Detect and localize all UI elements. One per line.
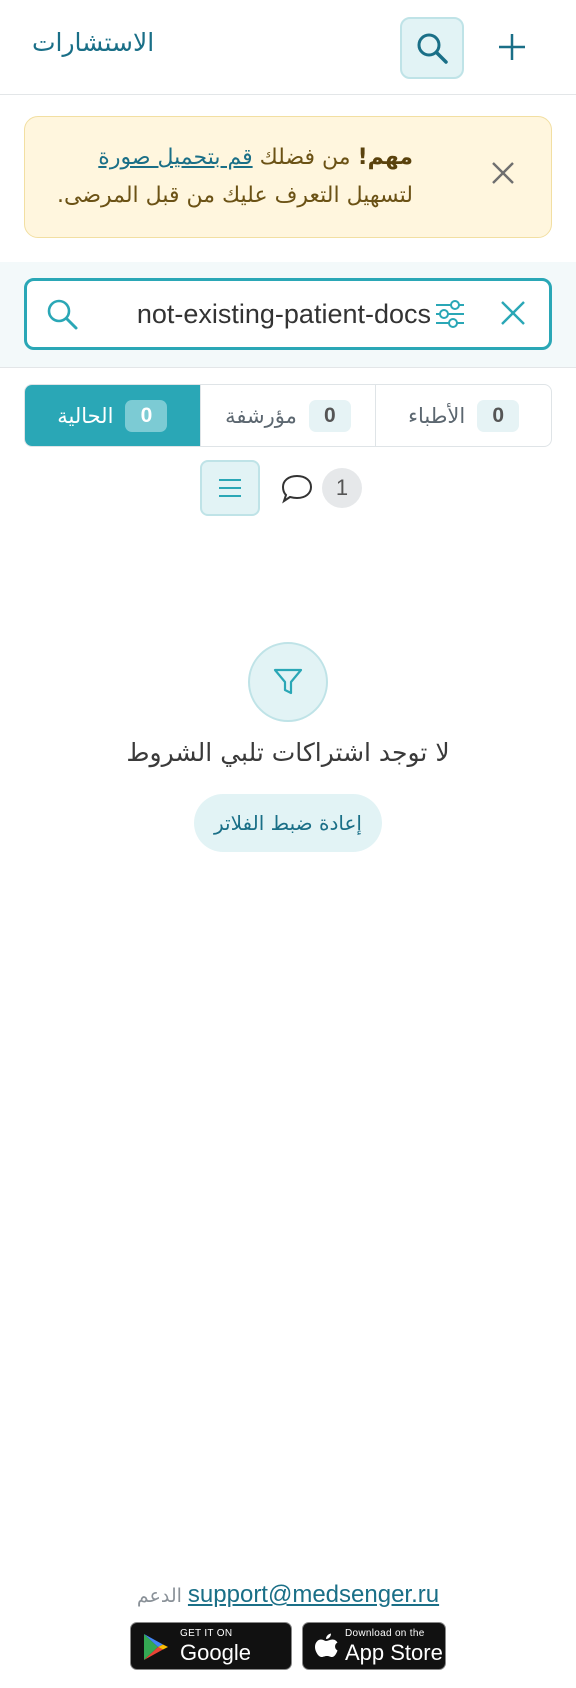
- google-play-badge[interactable]: GET IT ON Google Play: [130, 1622, 292, 1688]
- consultation-tabs: الحالية 0 مؤرشفة 0 الأطباء 0: [24, 384, 552, 447]
- app-store-small: Download on the: [345, 1628, 425, 1639]
- plus-icon: [499, 34, 525, 60]
- alert-strong-label: مهم!: [357, 145, 413, 170]
- tab-current[interactable]: الحالية 0: [25, 385, 200, 446]
- support-line: الدعم support@medsenger.ru: [0, 1580, 576, 1609]
- add-consultation-button[interactable]: [492, 22, 532, 72]
- empty-state-icon: [248, 642, 328, 722]
- chat-bubble-icon[interactable]: [280, 473, 314, 505]
- google-play-small: GET IT ON: [180, 1628, 233, 1639]
- alert-message: مهم! من فضلك قم بتحميل صورة لتسهيل التعر…: [41, 139, 413, 215]
- unread-chat-count: 1: [322, 468, 362, 508]
- tab-label: الأطباء: [408, 403, 466, 428]
- upload-photo-link[interactable]: قم بتحميل صورة: [98, 145, 252, 170]
- google-play-icon: [144, 1634, 168, 1660]
- tab-doctors[interactable]: الأطباء 0: [375, 385, 551, 446]
- search-area: not-existing-patient-docs: [0, 262, 576, 368]
- search-icon: [417, 33, 448, 64]
- search-input-value[interactable]: not-existing-patient-docs: [91, 295, 431, 335]
- alert-close-button[interactable]: [483, 153, 523, 193]
- apple-icon: [315, 1633, 338, 1657]
- alert-text-part: من فضلك: [252, 145, 358, 170]
- search-icon: [47, 299, 78, 330]
- tab-count-badge: 0: [125, 399, 168, 432]
- photo-upload-alert: مهم! من فضلك قم بتحميل صورة لتسهيل التعر…: [24, 116, 552, 238]
- search-input[interactable]: not-existing-patient-docs: [24, 278, 552, 350]
- app-store-label: App Store: [345, 1640, 443, 1665]
- tab-archived[interactable]: مؤرشفة 0: [199, 385, 376, 446]
- page-title: الاستشارات: [32, 28, 155, 57]
- google-play-label: Google Play: [180, 1640, 251, 1688]
- tab-label: مؤرشفة: [225, 403, 297, 428]
- close-icon[interactable]: [497, 297, 529, 329]
- close-icon: [492, 162, 514, 184]
- app-store-badge[interactable]: Download on the App Store: [302, 1622, 446, 1670]
- search-button[interactable]: [400, 17, 464, 79]
- tab-count-badge: 0: [477, 399, 520, 432]
- list-toolbar: 1: [0, 460, 576, 518]
- menu-icon: [219, 479, 241, 497]
- support-email-link[interactable]: support@medsenger.ru: [188, 1581, 439, 1608]
- filter-icon: [273, 668, 303, 695]
- sliders-icon[interactable]: [433, 297, 467, 331]
- support-label: الدعم: [136, 1585, 182, 1607]
- empty-state-message: لا توجد اشتراكات تلبي الشروط: [126, 738, 450, 767]
- alert-text-part: لتسهيل التعرف عليك من قبل المرضى.: [56, 183, 413, 208]
- reset-filters-button[interactable]: إعادة ضبط الفلاتر: [194, 794, 382, 852]
- top-bar: الاستشارات: [0, 0, 576, 95]
- tab-label: الحالية: [57, 403, 114, 428]
- tab-count-badge: 0: [308, 399, 351, 432]
- menu-button[interactable]: [200, 460, 260, 516]
- store-badges: GET IT ON Google Play Download on the Ap…: [130, 1622, 446, 1688]
